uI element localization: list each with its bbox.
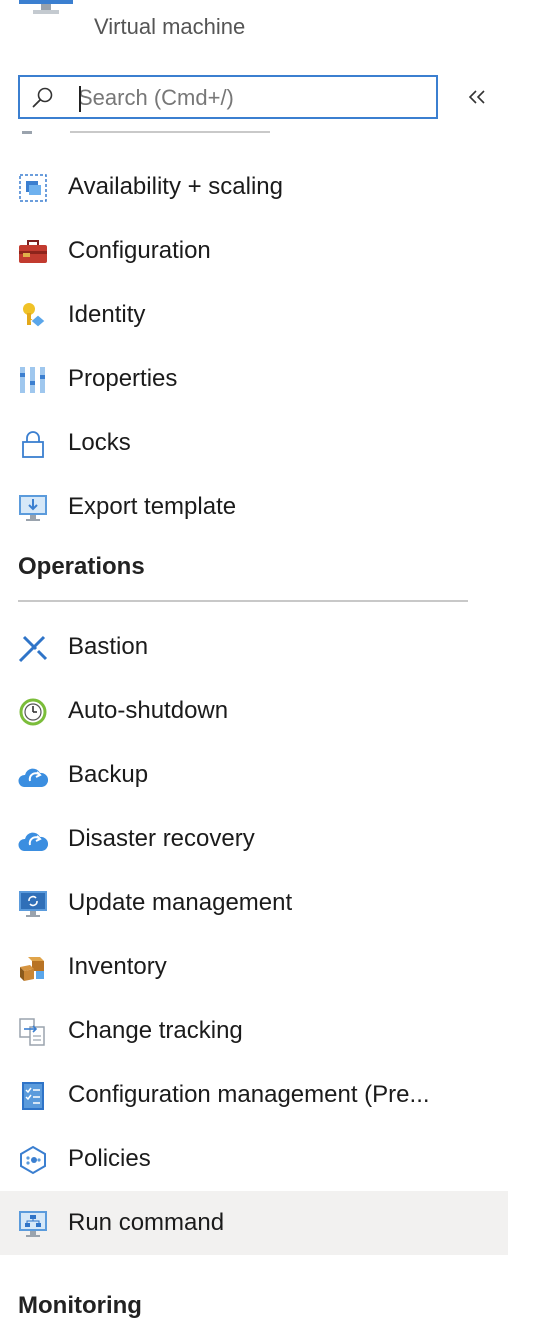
monitor-run-icon [19,1211,47,1237]
menu-item-label: Run command [68,1209,225,1236]
toolbox-icon [19,240,47,263]
menu-item-label: Bastion [68,633,149,660]
menu-item-label: Availability + scaling [68,173,284,200]
policy-icon [20,1145,46,1175]
section-divider [18,600,468,602]
menu-item-backup[interactable]: Backup [0,743,508,807]
export-template-icon [19,495,47,521]
menu-item-configuration-management[interactable]: Configuration management (Pre... [0,1063,508,1127]
menu-item-label: Change tracking [68,1017,243,1044]
menu-item-label: Export template [68,493,237,520]
resource-menu: Availability + scaling Configuration Ide… [0,155,544,1255]
scrolled-off-item [18,126,298,134]
menu-item-label: Auto-shutdown [68,697,229,724]
lock-icon [22,431,44,458]
clock-icon [19,698,47,726]
text-caret [79,86,81,112]
menu-item-label: Identity [68,301,146,328]
properties-bars-icon [20,367,45,393]
menu-item-label: Properties [68,365,178,392]
cloud-backup-icon [18,768,48,787]
cloud-recovery-icon [18,832,48,851]
menu-item-label: Backup [68,761,149,788]
menu-item-inventory[interactable]: Inventory [0,935,508,999]
menu-item-label: Configuration [68,237,211,264]
menu-item-run-command[interactable]: Run command [0,1191,508,1255]
menu-item-label: Disaster recovery [68,825,255,852]
menu-item-policies[interactable]: Policies [0,1127,508,1191]
menu-item-bastion[interactable]: Bastion [0,615,508,679]
menu-item-availability-scaling[interactable]: Availability + scaling [0,155,508,219]
menu-item-label: Configuration management (Pre... [68,1081,430,1108]
menu-item-label: Locks [68,429,131,456]
menu-item-update-management[interactable]: Update management [0,871,508,935]
availability-scaling-icon [19,174,47,202]
bastion-icon [18,635,48,663]
section-title: Operations [18,553,145,580]
menu-item-change-tracking[interactable]: Change tracking [0,999,508,1063]
section-header-operations: Operations [0,539,508,615]
menu-item-locks[interactable]: Locks [0,411,508,475]
menu-item-properties[interactable]: Properties [0,347,508,411]
menu-item-label: Update management [68,889,293,916]
menu-item-configuration[interactable]: Configuration [0,219,508,283]
boxes-icon [20,957,44,981]
search-icon [32,87,53,108]
menu-item-label: Inventory [68,953,167,980]
virtual-machine-icon [19,0,73,14]
key-identity-icon [23,303,46,328]
menu-item-auto-shutdown[interactable]: Auto-shutdown [0,679,508,743]
documents-icon [19,1018,45,1046]
blade-header: Virtual machine [0,0,544,60]
double-chevron-left-icon [468,90,485,104]
menu-item-identity[interactable]: Identity [0,283,508,347]
search-box[interactable] [18,75,438,119]
section-title-monitoring: Monitoring [18,1292,142,1319]
resource-type-subtitle: Virtual machine [94,14,246,39]
checklist-icon [22,1082,44,1110]
menu-item-label: Policies [68,1145,151,1172]
collapse-menu-button[interactable] [463,83,491,111]
search-row [18,75,528,120]
menu-item-export-template[interactable]: Export template [0,475,508,539]
menu-item-disaster-recovery[interactable]: Disaster recovery [0,807,508,871]
monitor-update-icon [19,891,47,917]
search-input[interactable] [78,83,428,113]
